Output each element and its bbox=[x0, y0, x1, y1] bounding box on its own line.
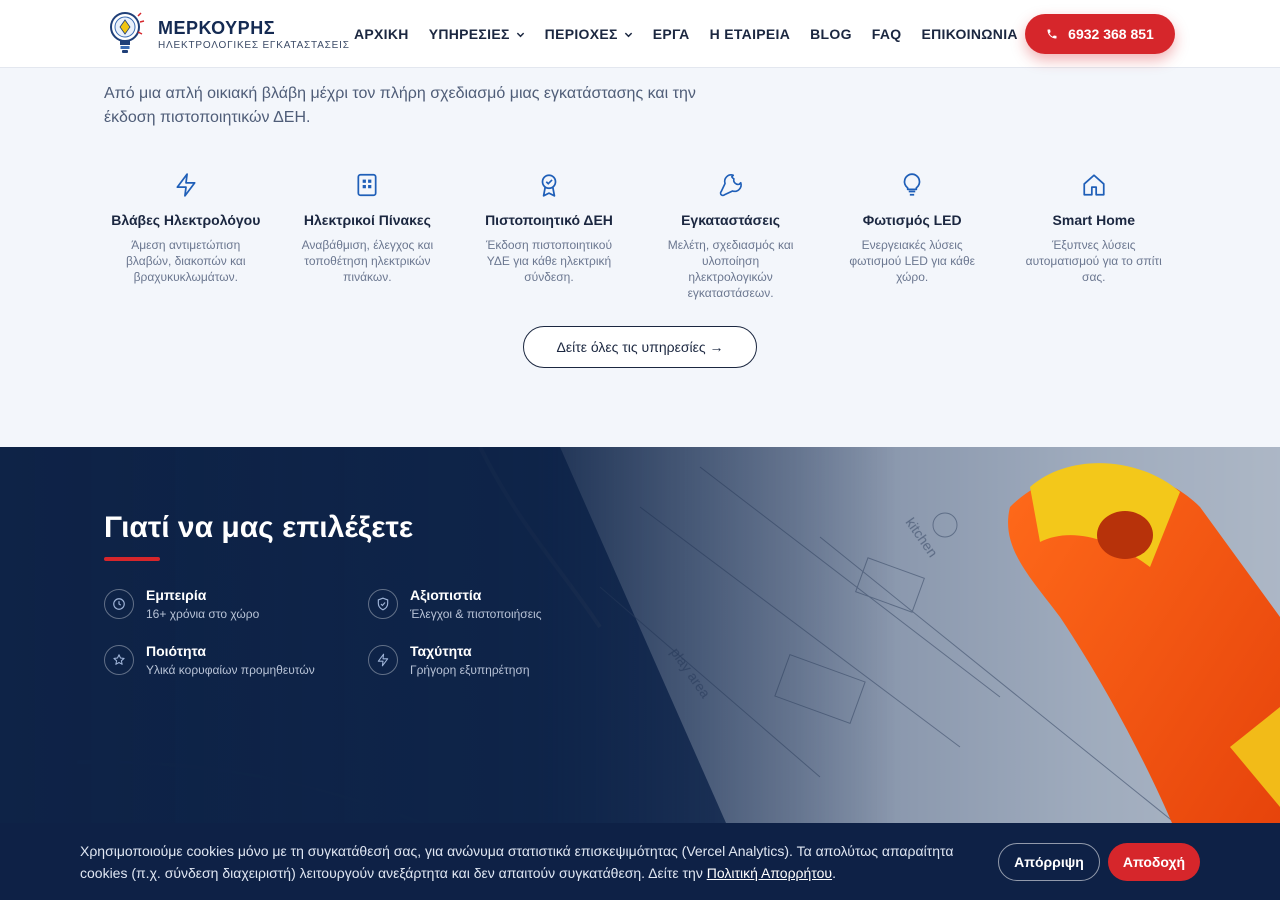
chevron-down-icon bbox=[624, 32, 632, 37]
phone-icon bbox=[1047, 29, 1057, 39]
service-card-certificate[interactable]: Πιστοποιητικό ΔΕΗ Έκδοση πιστοποιητικού … bbox=[458, 172, 640, 301]
service-desc: Έκδοση πιστοποιητικού ΥΔΕ για κάθε ηλεκτ… bbox=[485, 238, 613, 284]
service-title: Εγκαταστάσεις bbox=[681, 212, 781, 228]
nav-item-contact[interactable]: ΕΠΙΚΟΙΝΩΝΙΑ bbox=[921, 26, 1017, 42]
feature-title: Ταχύτητα bbox=[410, 643, 472, 659]
clock-icon bbox=[113, 598, 125, 610]
service-title: Βλάβες Ηλεκτρολόγου bbox=[111, 212, 261, 228]
lightning-icon bbox=[377, 653, 389, 667]
brand-name: ΜΕΡΚΟΥΡΗΣ bbox=[158, 17, 275, 38]
title-underline bbox=[104, 557, 160, 561]
call-phone-button[interactable]: 6932 368 851 bbox=[1025, 14, 1175, 54]
services-grid: Βλάβες Ηλεκτρολόγου Άμεση αντιμετώπιση β… bbox=[95, 172, 1185, 301]
lightbulb-icon bbox=[903, 173, 921, 196]
service-title: Πιστοποιητικό ΔΕΗ bbox=[485, 212, 613, 228]
nav-item-home[interactable]: ΑΡΧΙΚΗ bbox=[354, 26, 409, 42]
service-title: Smart Home bbox=[1052, 212, 1135, 228]
phone-number: 6932 368 851 bbox=[1068, 26, 1154, 42]
nav-item-areas[interactable]: ΠΕΡΙΟΧΕΣ bbox=[545, 26, 633, 42]
privacy-policy-link[interactable]: Πολιτική Απορρήτου bbox=[707, 865, 832, 881]
nav-label: ΥΠΗΡΕΣΙΕΣ bbox=[428, 26, 510, 42]
feature-speed: Ταχύτητα Γρήγορη εξυπηρέτηση bbox=[368, 643, 530, 677]
feature-sub: 16+ χρόνια στο χώρο bbox=[146, 607, 260, 621]
service-desc: Αναβάθμιση, έλεγχος και τοποθέτηση ηλεκτ… bbox=[301, 238, 434, 284]
nav-item-projects[interactable]: ΕΡΓΑ bbox=[653, 26, 690, 42]
service-card-panels[interactable]: Ηλεκτρικοί Πίνακες Αναβάθμιση, έλεγχος κ… bbox=[277, 172, 459, 301]
nav-item-faq[interactable]: FAQ bbox=[872, 26, 902, 42]
brand-logo[interactable]: ΜΕΡΚΟΥΡΗΣ ΗΛΕΚΤΡΟΛΟΓΙΚΕΣ ΕΓΚΑΤΑΣΤΑΣΕΙΣ bbox=[108, 10, 350, 58]
service-card-led[interactable]: Φωτισμός LED Ενεργειακές λύσεις φωτισμού… bbox=[821, 172, 1003, 301]
service-desc: Άμεση αντιμετώπιση βλαβών, διακοπών και … bbox=[126, 238, 246, 284]
nav-item-company[interactable]: Η ΕΤΑΙΡΕΙΑ bbox=[710, 26, 791, 42]
service-desc: Μελέτη, σχεδιασμός και υλοποίηση ηλεκτρο… bbox=[667, 238, 794, 300]
shield-check-icon bbox=[377, 597, 389, 611]
feature-sub: Υλικά κορυφαίων προμηθευτών bbox=[146, 663, 315, 677]
nav-label: ΠΕΡΙΟΧΕΣ bbox=[544, 26, 618, 42]
feature-sub: Γρήγορη εξυπηρέτηση bbox=[410, 663, 530, 677]
nav-label: Η ΕΤΑΙΡΕΙΑ bbox=[709, 26, 791, 42]
reject-cookies-button[interactable]: Απόρριψη bbox=[998, 843, 1100, 881]
feature-title: Εμπειρία bbox=[146, 587, 207, 603]
home-icon bbox=[1083, 174, 1105, 196]
nav-item-blog[interactable]: BLOG bbox=[810, 26, 852, 42]
all-services-button[interactable]: Δείτε όλες τις υπηρεσίες → bbox=[523, 326, 757, 368]
feature-experience: Εμπειρία 16+ χρόνια στο χώρο bbox=[104, 587, 259, 621]
nav-item-services[interactable]: ΥΠΗΡΕΣΙΕΣ bbox=[429, 26, 525, 42]
feature-icon-wrap bbox=[368, 645, 398, 675]
service-desc: Ενεργειακές λύσεις φωτισμού LED για κάθε… bbox=[849, 238, 976, 284]
site-header: ΜΕΡΚΟΥΡΗΣ ΗΛΕΚΤΡΟΛΟΓΙΚΕΣ ΕΓΚΑΤΑΣΤΑΣΕΙΣ Α… bbox=[0, 0, 1280, 68]
nav-label: ΕΡΓΑ bbox=[652, 26, 690, 42]
chevron-down-icon bbox=[516, 32, 524, 37]
award-icon bbox=[541, 174, 557, 197]
service-card-repairs[interactable]: Βλάβες Ηλεκτρολόγου Άμεση αντιμετώπιση β… bbox=[95, 172, 277, 301]
service-card-smart-home[interactable]: Smart Home Έξυπνες λύσεις αυτοματισμού γ… bbox=[1003, 172, 1185, 301]
feature-sub: Έλεγχοι & πιστοποιήσεις bbox=[410, 607, 542, 621]
star-icon bbox=[113, 654, 125, 665]
feature-title: Αξιοπιστία bbox=[410, 587, 482, 603]
cookie-text: Χρησιμοποιούμε cookies μόνο με τη συγκατ… bbox=[80, 840, 970, 884]
feature-icon-wrap bbox=[104, 645, 134, 675]
feature-quality: Ποιότητα Υλικά κορυφαίων προμηθευτών bbox=[104, 643, 315, 677]
why-title: Γιατί να μας επιλέξετε bbox=[104, 511, 414, 544]
nav-label: FAQ bbox=[871, 26, 902, 42]
accept-cookies-button[interactable]: Αποδοχή bbox=[1108, 843, 1200, 881]
nav-label: ΕΠΙΚΟΙΝΩΝΙΑ bbox=[921, 26, 1018, 42]
feature-icon-wrap bbox=[104, 589, 134, 619]
service-card-installations[interactable]: Εγκαταστάσεις Μελέτη, σχεδιασμός και υλο… bbox=[640, 172, 822, 301]
lightning-icon bbox=[176, 173, 196, 197]
brand-tagline: ΗΛΕΚΤΡΟΛΟΓΙΚΕΣ ΕΓΚΑΤΑΣΤΑΣΕΙΣ bbox=[158, 39, 350, 51]
panel-icon bbox=[357, 173, 377, 197]
wrench-icon bbox=[719, 174, 742, 197]
feature-title: Ποιότητα bbox=[146, 643, 206, 659]
lightbulb-logo-icon bbox=[110, 12, 145, 53]
service-title: Ηλεκτρικοί Πίνακες bbox=[303, 212, 431, 228]
nav-label: ΑΡΧΙΚΗ bbox=[354, 26, 409, 42]
feature-reliability: Αξιοπιστία Έλεγχοι & πιστοποιήσεις bbox=[368, 587, 542, 621]
cookie-end: . bbox=[832, 865, 836, 881]
service-title: Φωτισμός LED bbox=[862, 212, 962, 228]
feature-icon-wrap bbox=[368, 589, 398, 619]
service-desc: Έξυπνες λύσεις αυτοματισμού για το σπίτι… bbox=[1025, 238, 1162, 284]
services-intro: Από μια απλή οικιακή βλάβη μέχρι τον πλή… bbox=[104, 85, 696, 126]
cookie-banner: Χρησιμοποιούμε cookies μόνο με τη συγκατ… bbox=[0, 823, 1280, 900]
main-nav: ΑΡΧΙΚΗ ΥΠΗΡΕΣΙΕΣ ΠΕΡΙΟΧΕΣ ΕΡΓΑ Η ΕΤΑΙΡΕΙ… bbox=[354, 0, 1018, 68]
nav-label: BLOG bbox=[810, 26, 852, 42]
